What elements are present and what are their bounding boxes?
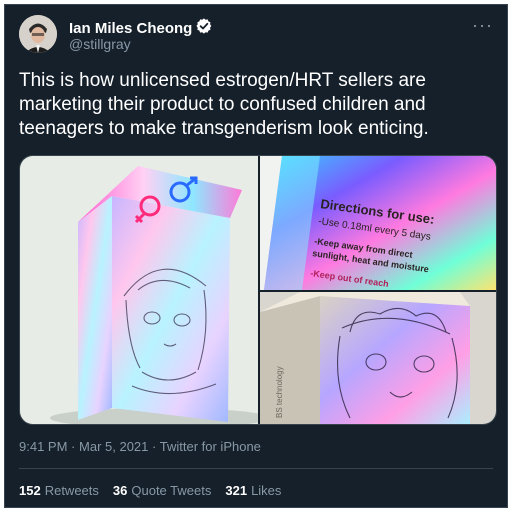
author-name[interactable]: Ian Miles Cheong — [69, 20, 192, 37]
quote-tweets-count: 36 — [112, 483, 128, 498]
tweet-stats: 152 Retweets 36 Quote Tweets 321 Likes — [19, 483, 281, 498]
tweet-media-grid[interactable]: Directions for use: -Use 0.18ml every 5 … — [19, 155, 497, 425]
meta-separator: · — [152, 439, 157, 454]
meta-separator: · — [71, 439, 76, 454]
retweets-count: 152 — [19, 483, 41, 498]
tweet-time[interactable]: 9:41 PM — [19, 439, 67, 454]
photo-box-directions[interactable]: Directions for use: -Use 0.18ml every 5 … — [260, 156, 497, 290]
box-side-text: BS technology — [275, 366, 284, 418]
photo-box-front[interactable] — [20, 156, 270, 425]
author-handle[interactable]: @stillgray — [69, 36, 131, 52]
more-options-icon[interactable]: ··· — [472, 15, 493, 36]
author-avatar[interactable] — [19, 15, 57, 53]
divider — [19, 468, 493, 469]
quote-tweets-label: Quote Tweets — [131, 483, 212, 498]
verified-badge-icon — [196, 18, 212, 39]
retweets-stat[interactable]: 152 Retweets — [19, 483, 99, 498]
photo-box-side[interactable]: BS technology — [260, 292, 497, 425]
tweet-text: This is how unlicensed estrogen/HRT sell… — [19, 70, 429, 139]
tweet-card: Ian Miles Cheong @stillgray ··· This is … — [4, 4, 508, 508]
likes-label: Likes — [251, 483, 282, 498]
tweet-source[interactable]: Twitter for iPhone — [160, 439, 261, 454]
likes-count: 321 — [225, 483, 248, 498]
likes-stat[interactable]: 321 Likes — [225, 483, 281, 498]
retweets-label: Retweets — [44, 483, 99, 498]
tweet-date[interactable]: Mar 5, 2021 — [79, 439, 148, 454]
tweet-meta: 9:41 PM · Mar 5, 2021 · Twitter for iPho… — [19, 439, 261, 454]
quote-tweets-stat[interactable]: 36 Quote Tweets — [113, 483, 211, 498]
